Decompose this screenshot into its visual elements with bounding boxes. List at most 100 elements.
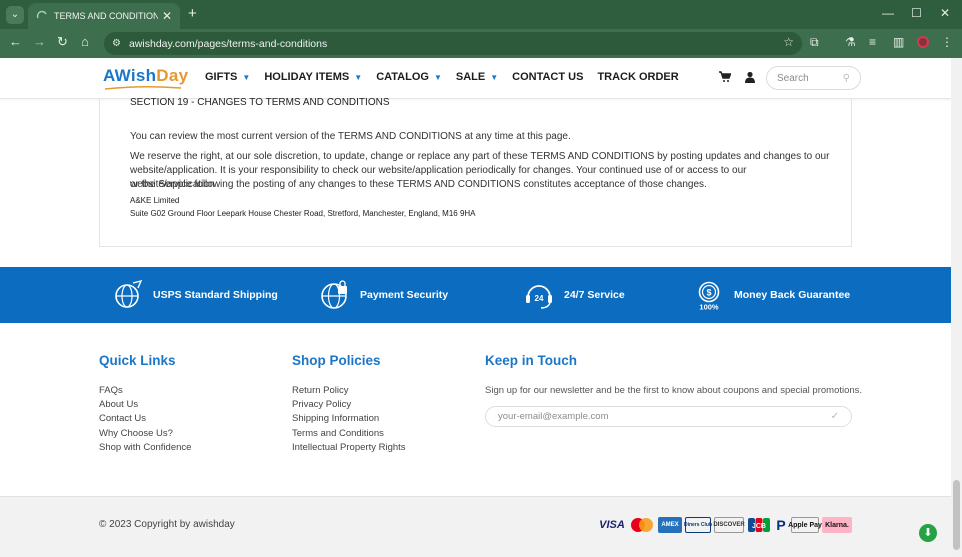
shop-policies-title: Shop Policies xyxy=(292,353,381,368)
extensions-icon[interactable]: ⧉ xyxy=(810,35,819,50)
loading-icon xyxy=(36,10,48,22)
feature-shipping: USPS Standard Shipping xyxy=(113,267,278,323)
quick-links-list: FAQs About Us Contact Us Why Choose Us? … xyxy=(99,384,191,455)
logo-part1: AWish xyxy=(103,66,157,85)
svg-text:100%: 100% xyxy=(699,303,719,311)
globe-shipping-icon xyxy=(115,280,143,308)
close-tab-icon[interactable]: ✕ xyxy=(162,9,172,23)
nav-contact-us[interactable]: CONTACT US xyxy=(512,71,583,83)
forward-icon[interactable]: → xyxy=(33,34,46,49)
newsletter-text: Sign up for our newsletter and be the fi… xyxy=(485,385,863,396)
site-header: AWishDay GIFTS ▼ HOLIDAY ITEMS ▼ CATALOG ▼ … xyxy=(0,58,951,99)
nav-holiday-items[interactable]: HOLIDAY ITEMS ▼ xyxy=(264,71,362,83)
tab-search-button[interactable]: ⌄ xyxy=(6,6,24,24)
nav-sale[interactable]: SALE ▼ xyxy=(456,71,498,83)
reload-icon[interactable]: ↻ xyxy=(57,34,68,50)
footer-link-contact-us[interactable]: Contact Us xyxy=(99,412,191,426)
nav-catalog[interactable]: CATALOG ▼ xyxy=(376,71,442,83)
nav-gifts[interactable]: GIFTS ▼ xyxy=(205,71,250,83)
feature-247-service: 24 24/7 Service xyxy=(524,267,625,323)
browser-chrome: ⌄ TERMS AND CONDITIONS – a ✕ + — ☐ ✕ ← →… xyxy=(0,0,962,58)
logo-part2: Day xyxy=(156,66,189,85)
main-nav: GIFTS ▼ HOLIDAY ITEMS ▼ CATALOG ▼ SALE ▼ CON… xyxy=(205,71,693,83)
headset-icon: 24 xyxy=(526,285,552,309)
logo-swoosh xyxy=(104,85,182,90)
submit-check-icon[interactable]: ✓ xyxy=(831,411,839,422)
minimize-icon[interactable]: — xyxy=(882,6,894,20)
lab-flask-icon[interactable]: ⚗ xyxy=(845,35,856,49)
mastercard-icon xyxy=(629,517,655,533)
reading-list-icon[interactable]: ≡ xyxy=(869,35,876,49)
footer-link-privacy-policy[interactable]: Privacy Policy xyxy=(292,398,406,412)
apple-pay-icon: Apple Pay xyxy=(788,517,822,533)
amex-icon: AMEX xyxy=(658,517,682,533)
nav-label: TRACK ORDER xyxy=(597,71,679,83)
footer-link-ip-rights[interactable]: Intellectual Property Rights xyxy=(292,441,406,455)
account-icon[interactable] xyxy=(744,71,756,86)
site-logo[interactable]: AWishDay xyxy=(103,66,188,86)
nav-label: CONTACT US xyxy=(512,71,584,83)
side-panel-icon[interactable]: ▥ xyxy=(893,35,904,49)
url-text: awishday.com/pages/terms-and-conditions xyxy=(128,37,328,50)
svg-text:$: $ xyxy=(706,288,711,298)
nav-label: CATALOG xyxy=(376,71,429,83)
home-icon[interactable]: ⌂ xyxy=(81,34,89,49)
cart-icon[interactable] xyxy=(719,71,732,86)
browser-toolbar: ← → ↻ ⌂ ⚙ awishday.com/pages/terms-and-c… xyxy=(0,29,962,58)
feature-label: USPS Standard Shipping xyxy=(153,289,278,301)
nav-track-order[interactable]: TRACK ORDER xyxy=(597,71,678,83)
svg-text:24: 24 xyxy=(535,294,544,303)
footer-link-shop-with-confidence[interactable]: Shop with Confidence xyxy=(99,441,191,455)
maximize-icon[interactable]: ☐ xyxy=(911,6,922,20)
feature-payment-security: Payment Security xyxy=(320,267,448,323)
section-title: SECTION 19 - CHANGES TO TERMS AND CONDIT… xyxy=(130,97,390,108)
svg-text:JCB: JCB xyxy=(752,523,766,530)
keep-in-touch-title: Keep in Touch xyxy=(485,353,578,368)
quick-links-title: Quick Links xyxy=(99,353,176,368)
close-window-icon[interactable]: ✕ xyxy=(940,6,950,20)
nav-label: GIFTS xyxy=(205,71,238,83)
bookmark-star-icon[interactable]: ☆ xyxy=(783,35,794,49)
site-info-icon[interactable]: ⚙ xyxy=(112,38,121,49)
feature-label: 24/7 Service xyxy=(564,289,625,301)
nav-label: SALE xyxy=(455,71,486,83)
newsletter-form: ✓ xyxy=(485,406,852,427)
klarna-icon: Klarna. xyxy=(822,517,852,533)
search-box[interactable]: ⚲ xyxy=(766,66,861,90)
jcb-icon: JCB xyxy=(747,517,771,533)
back-icon[interactable]: ← xyxy=(9,34,22,49)
visa-icon: VISA xyxy=(599,519,625,531)
search-icon[interactable]: ⚲ xyxy=(843,73,850,84)
terms-paragraph-2-line3: or the Service following the posting of … xyxy=(130,179,707,190)
new-tab-button[interactable]: + xyxy=(188,5,197,22)
active-tab[interactable]: TERMS AND CONDITIONS – a ✕ xyxy=(28,3,180,29)
email-field[interactable] xyxy=(498,411,818,422)
feature-label: Payment Security xyxy=(360,289,449,301)
paypal-icon: P xyxy=(776,517,786,533)
footer-link-terms-and-conditions[interactable]: Terms and Conditions xyxy=(292,427,406,441)
discover-icon: DISCOVER xyxy=(713,517,745,533)
diners-club-icon: Diners Club xyxy=(684,517,712,533)
menu-dots-icon[interactable]: ⋮ xyxy=(941,35,953,49)
scrollbar-thumb[interactable] xyxy=(953,480,960,550)
footer-link-faqs[interactable]: FAQs xyxy=(99,384,191,398)
copyright-text: © 2023 Copyright by awishday xyxy=(99,519,235,530)
profile-avatar[interactable] xyxy=(917,36,929,48)
footer-link-shipping-information[interactable]: Shipping Information xyxy=(292,412,406,426)
terms-paragraph-2-line1: We reserve the right, at our sole discre… xyxy=(130,151,830,162)
address-bar[interactable]: ⚙ awishday.com/pages/terms-and-condition… xyxy=(104,32,802,55)
chevron-down-icon: ▼ xyxy=(490,72,499,82)
terms-paragraph-1: You can review the most current version … xyxy=(130,131,571,142)
footer-link-return-policy[interactable]: Return Policy xyxy=(292,384,406,398)
secure-globe-icon xyxy=(321,280,347,309)
chevron-down-icon: ▼ xyxy=(242,72,251,82)
chevron-down-icon: ▼ xyxy=(433,72,442,82)
tab-title: TERMS AND CONDITIONS – a xyxy=(54,11,158,21)
download-arrow-icon[interactable]: ⬇ xyxy=(919,524,937,542)
features-band: USPS Standard Shipping Payment Security … xyxy=(0,267,951,323)
footer-link-why-choose-us[interactable]: Why Choose Us? xyxy=(99,427,191,441)
payment-methods: VISA AMEX Diners Club DISCOVER JCB P App… xyxy=(598,517,852,533)
money-back-icon: $ 100% xyxy=(698,281,720,311)
search-input[interactable] xyxy=(777,72,837,84)
footer-link-about-us[interactable]: About Us xyxy=(99,398,191,412)
